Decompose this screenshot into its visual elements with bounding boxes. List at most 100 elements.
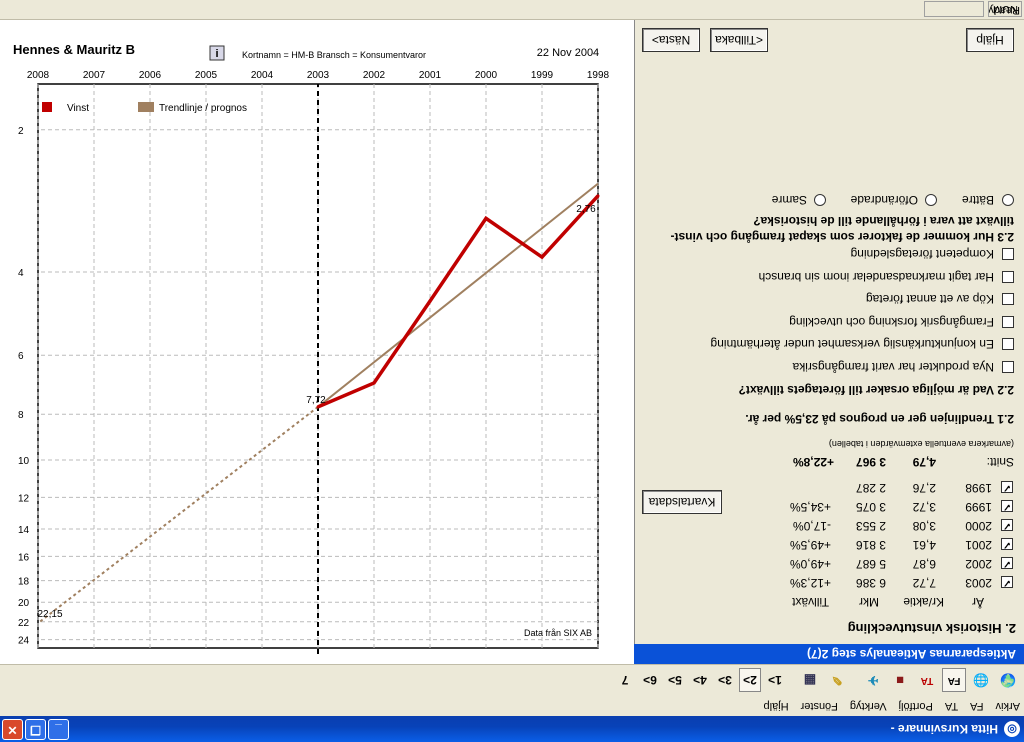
menu-fa[interactable]: FA bbox=[970, 700, 983, 712]
help-button[interactable]: Hjälp bbox=[966, 28, 1014, 52]
globe-chart-icon[interactable]: 🌐 bbox=[969, 669, 993, 693]
x-tick-label: 2004 bbox=[251, 70, 274, 81]
panel-title: Aktiespararnas Aktieanalys steg 2(7) bbox=[634, 644, 1024, 664]
cause-label: Nya produkter har varit framgångsrika bbox=[792, 360, 994, 374]
cell-mkr: 6 386 bbox=[855, 576, 886, 590]
cause-label: Har tagit marknadsandelar inom sin brans… bbox=[758, 270, 994, 284]
fa-icon[interactable]: FA bbox=[942, 668, 966, 693]
kvartalsdata-button[interactable]: Kvartalsdata bbox=[642, 490, 722, 514]
cell-year: 2003 bbox=[965, 576, 992, 590]
ta-icon[interactable]: TA bbox=[915, 669, 939, 693]
cell-growth: +34,5% bbox=[789, 500, 831, 514]
option-samre-radio[interactable] bbox=[814, 194, 826, 206]
folder-icon[interactable]: ✎ bbox=[825, 669, 849, 693]
title-bar: ◎ Hitta Kursvinnare - _ ❐ ✕ bbox=[0, 716, 1024, 742]
x-tick-label: 2002 bbox=[363, 70, 386, 81]
row-checkbox[interactable] bbox=[1001, 519, 1013, 531]
vinst-point bbox=[372, 381, 376, 385]
cell-kr: 3,72 bbox=[912, 500, 936, 514]
briefcase-icon[interactable]: ■ bbox=[888, 669, 912, 693]
cell-mkr: 3 816 bbox=[855, 538, 886, 552]
chart-panel: 1998 1999 2000 2001 2002 2003 2004 2005 2006 2007… bbox=[0, 20, 634, 664]
x-tick-label: 2008 bbox=[27, 70, 50, 81]
q22-text: 2.2 Vad är möjliga orsaker till företage… bbox=[738, 383, 1014, 397]
close-button[interactable]: ✕ bbox=[2, 719, 23, 740]
menu-fonster[interactable]: Fönster bbox=[801, 700, 838, 712]
x-tick-label: 2003 bbox=[307, 70, 330, 81]
option-samre-label: Samre bbox=[771, 193, 807, 207]
row-checkbox[interactable] bbox=[1001, 481, 1013, 493]
cell-year: 1999 bbox=[965, 500, 992, 514]
option-battre-label: Bättre bbox=[961, 193, 994, 207]
menu-arkiv[interactable]: Arkiv bbox=[996, 700, 1020, 712]
col-growth: Tillväxt bbox=[792, 595, 829, 609]
table-row: 2003 7,72 6 386 +12,3% bbox=[756, 572, 1016, 590]
cell-year: 2000 bbox=[965, 519, 992, 533]
y-tick-label: 24 bbox=[18, 636, 30, 647]
menu-portfolj[interactable]: Portfölj bbox=[899, 700, 933, 712]
step-1-button[interactable]: 1> bbox=[764, 669, 786, 693]
cell-kr: 3,08 bbox=[912, 519, 936, 533]
section-heading: 2. Historisk vinstutveckling bbox=[847, 621, 1016, 636]
row-checkbox[interactable] bbox=[1001, 538, 1013, 550]
y-tick-label: 10 bbox=[18, 456, 30, 467]
legend-swatch-vinst bbox=[42, 102, 52, 112]
x-tick-label: 2001 bbox=[419, 70, 442, 81]
end-value-label: 22,15 bbox=[37, 609, 62, 620]
step-2-button[interactable]: 2> bbox=[739, 668, 761, 693]
y-tick-label: 6 bbox=[18, 351, 24, 362]
app-window: ◎ Hitta Kursvinnare - _ ❐ ✕ Arkiv FA TA … bbox=[0, 0, 1024, 742]
cause-checkbox[interactable] bbox=[1002, 248, 1014, 261]
next-button[interactable]: Nästa> bbox=[642, 28, 700, 52]
cause-checkbox[interactable] bbox=[1002, 293, 1014, 306]
step-3-button[interactable]: 3> bbox=[714, 669, 736, 693]
cause-checkbox[interactable] bbox=[1002, 316, 1014, 328]
cause-label: Köp av ett annat företag bbox=[865, 292, 994, 307]
cause-checkbox[interactable] bbox=[1002, 271, 1014, 283]
x-tick-label: 2005 bbox=[195, 70, 218, 81]
q23-line2: tillväxt att vara i förhållande till de … bbox=[753, 214, 1014, 228]
maximize-button[interactable]: ❐ bbox=[25, 719, 46, 740]
row-checkbox[interactable] bbox=[1001, 576, 1013, 588]
legend-label-trend: Trendlinje / prognos bbox=[159, 103, 247, 114]
chart-title: Hennes & Mauritz B bbox=[13, 42, 135, 57]
step-7-button[interactable]: 7 bbox=[614, 669, 636, 693]
earnings-chart: 1998 1999 2000 2001 2002 2003 2004 2005 2006 2007… bbox=[13, 42, 610, 654]
cause-label: Kompetent företagsledning bbox=[850, 247, 994, 262]
cell-year: 2001 bbox=[965, 538, 992, 552]
snitt-label: Snitt: bbox=[986, 455, 1014, 469]
calculator-icon[interactable]: ▦ bbox=[798, 669, 822, 693]
toolbar: 🌍 🌐 FA TA ■ ✈ ✎ ▦ 1> 2> 3> 4> 5> 6> 7 bbox=[0, 664, 1024, 696]
vinst-point bbox=[484, 216, 488, 220]
app-icon: ◎ bbox=[1004, 721, 1020, 737]
status-cell-empty bbox=[924, 1, 984, 17]
col-year: År bbox=[972, 595, 984, 609]
info-text: Kortnamn = HM-B Bransch = Konsumentvaror bbox=[242, 50, 426, 60]
back-button[interactable]: <Tillbaka bbox=[710, 28, 768, 52]
step-5-button[interactable]: 5> bbox=[664, 669, 686, 693]
menu-verktyg[interactable]: Verktyg bbox=[850, 700, 887, 712]
y-tick-label: 12 bbox=[18, 493, 30, 504]
option-oforandrade-radio[interactable] bbox=[925, 194, 937, 206]
option-battre-radio[interactable] bbox=[1002, 194, 1014, 206]
menu-hjalp[interactable]: Hjälp bbox=[764, 700, 789, 712]
legend-swatch-trend bbox=[138, 102, 154, 112]
cell-kr: 6,87 bbox=[912, 557, 936, 571]
cause-checkbox[interactable] bbox=[1002, 361, 1014, 373]
bird-icon[interactable]: ✈ bbox=[861, 669, 885, 693]
y-tick-label: 14 bbox=[18, 525, 30, 536]
row-checkbox[interactable] bbox=[1001, 557, 1013, 569]
row-checkbox[interactable] bbox=[1001, 500, 1013, 512]
cell-mkr: 2 287 bbox=[855, 481, 886, 495]
cause-checkbox[interactable] bbox=[1002, 338, 1014, 351]
minimize-button[interactable]: _ bbox=[48, 719, 69, 740]
step-4-button[interactable]: 4> bbox=[689, 669, 711, 693]
cause-label: En konjunkturkänslig verksamhet under åt… bbox=[710, 337, 995, 352]
cell-mkr: 3 075 bbox=[855, 500, 886, 514]
globe-icon[interactable]: 🌍 bbox=[996, 669, 1020, 693]
step-6-button[interactable]: 6> bbox=[639, 669, 661, 693]
y-tick-label: 8 bbox=[18, 410, 24, 421]
option-oforandrade-label: Oförändrade bbox=[850, 193, 918, 207]
col-mkr: Mkr bbox=[859, 595, 879, 609]
menu-ta[interactable]: TA bbox=[945, 700, 958, 712]
